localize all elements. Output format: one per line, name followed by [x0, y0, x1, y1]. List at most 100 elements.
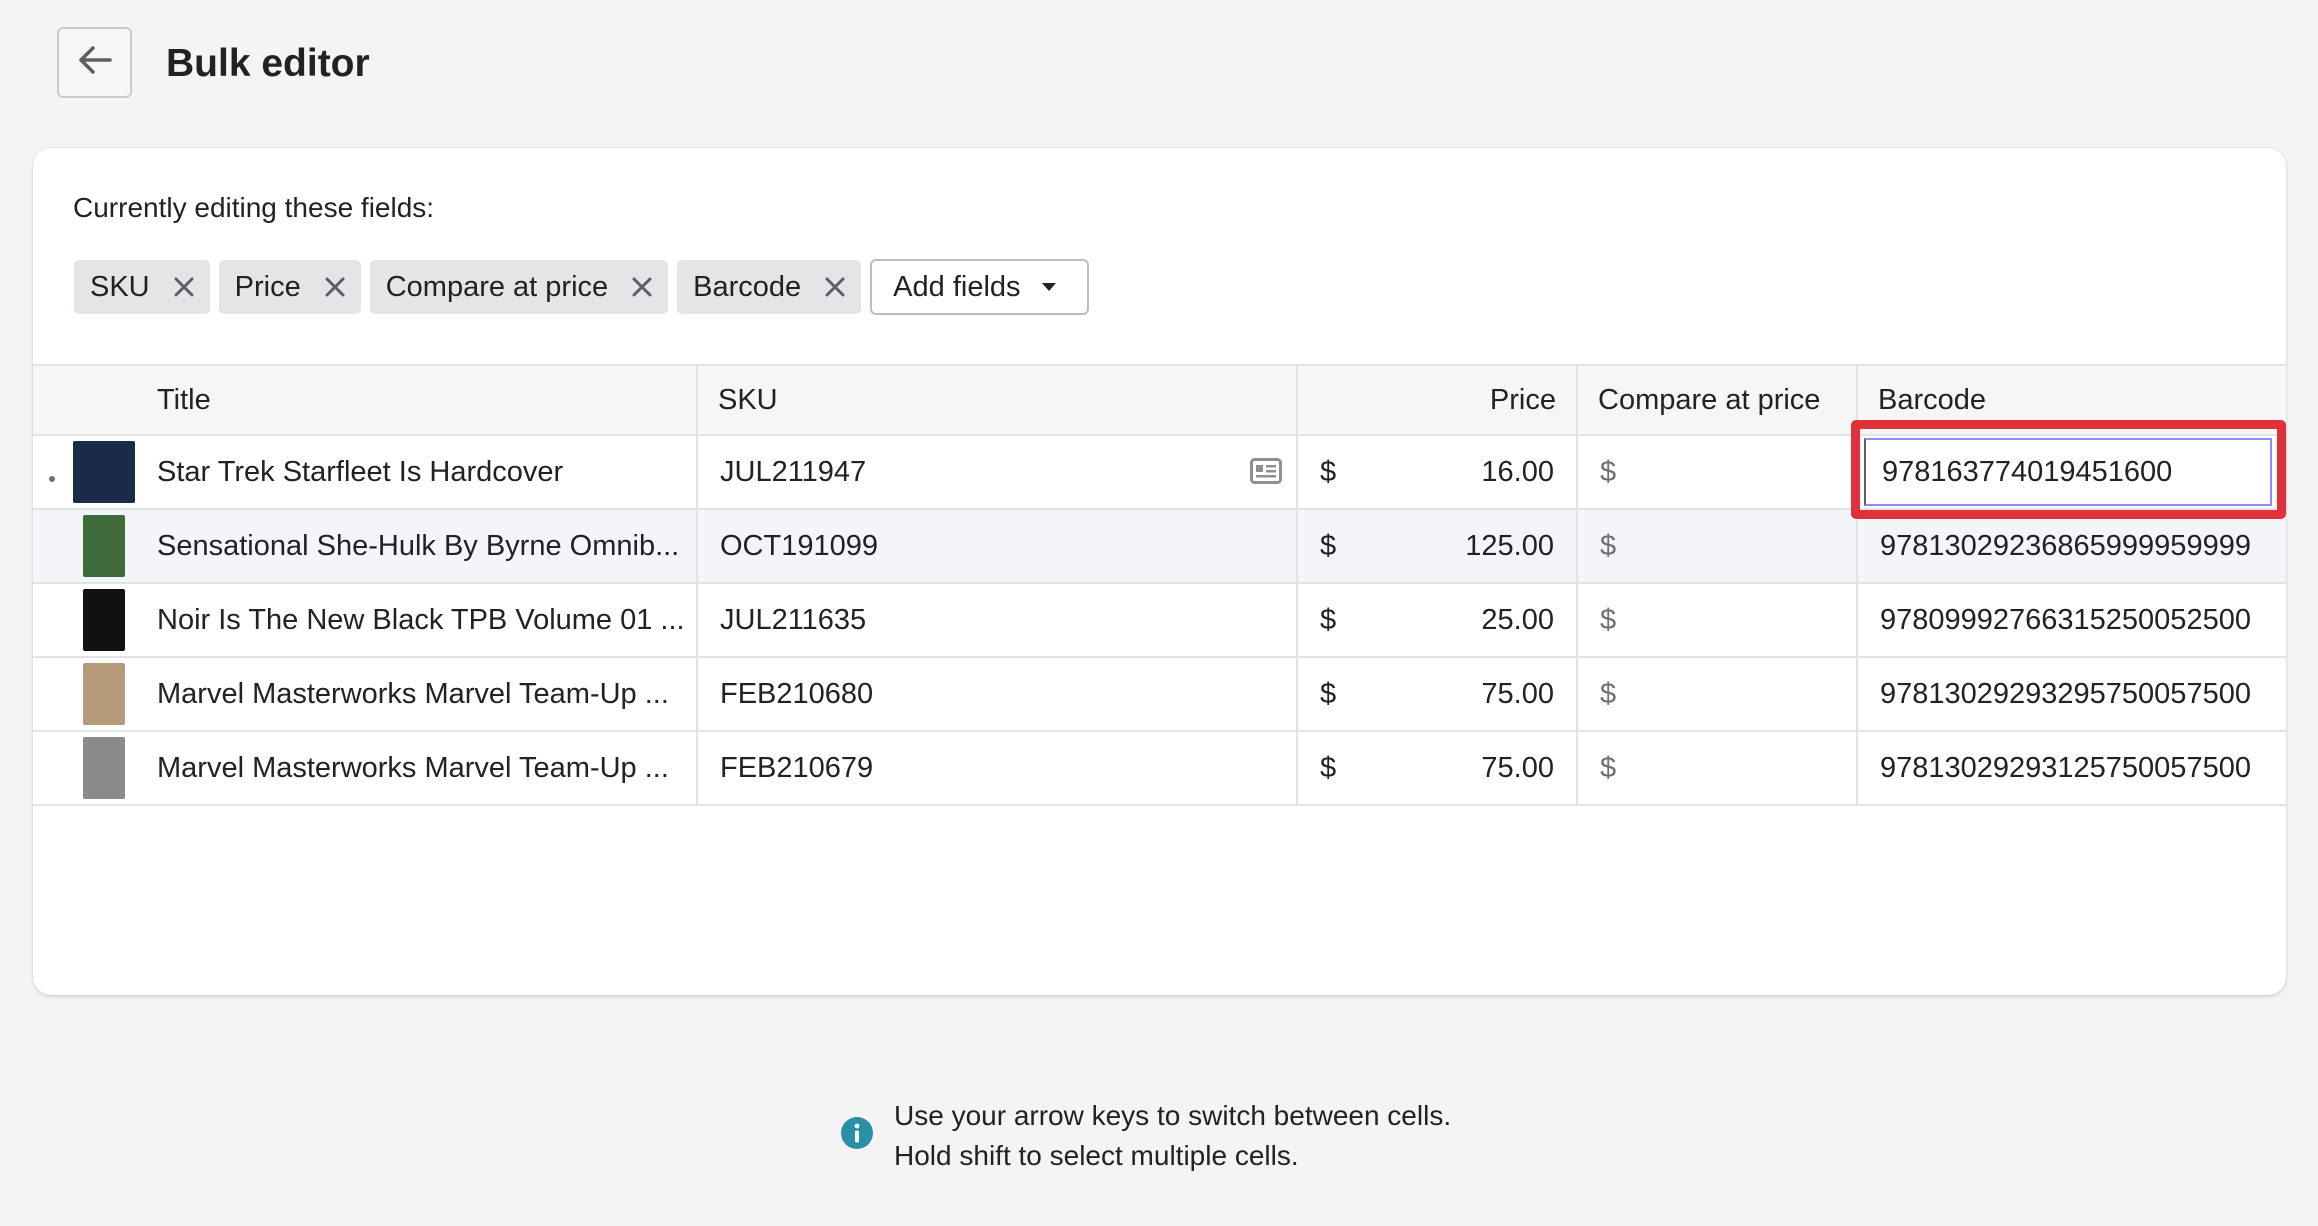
caret-down-icon	[1041, 282, 1057, 292]
thumbnail-image	[83, 663, 125, 725]
table-row: Noir Is The New Black TPB Volume 01 ... …	[33, 583, 2286, 658]
info-icon	[840, 1116, 874, 1155]
product-thumbnail	[73, 515, 135, 577]
tag-label: Compare at price	[385, 270, 609, 303]
bulk-edit-table: Title SKU Price Compare at price Barcode…	[33, 364, 2286, 806]
price-cell[interactable]: $75.00	[1297, 657, 1578, 732]
product-thumbnail	[73, 737, 135, 799]
price-value: 25.00	[1481, 603, 1554, 636]
selected-row-indicator	[49, 476, 55, 482]
column-header-sku: SKU	[697, 364, 1298, 436]
barcode-input[interactable]: 978163774019451600	[1864, 438, 2272, 506]
compare-at-price-cell[interactable]: $	[1577, 435, 1858, 510]
product-title: Sensational She-Hulk By Byrne Omnib...	[157, 529, 680, 562]
price-cell[interactable]: $125.00	[1297, 509, 1578, 584]
field-tag-compare-at-price: Compare at price	[369, 260, 669, 314]
table-row: Marvel Masterworks Marvel Team-Up ... FE…	[33, 731, 2286, 806]
tag-label: Price	[234, 270, 301, 303]
title-cell[interactable]: Star Trek Starfleet Is Hardcover	[33, 435, 698, 510]
remove-compare-at-price-icon[interactable]	[630, 275, 654, 299]
remove-sku-icon[interactable]	[172, 275, 196, 299]
remove-price-icon[interactable]	[323, 275, 347, 299]
product-title: Marvel Masterworks Marvel Team-Up ...	[157, 677, 669, 710]
barcode-cell[interactable]: 978099927663152500525­00	[1857, 583, 2286, 658]
thumbnail-image	[73, 441, 135, 503]
barcode-value: 97813029236865999959999	[1880, 529, 2251, 562]
product-title: Marvel Masterworks Marvel Team-Up ...	[157, 751, 669, 784]
table-row: Marvel Masterworks Marvel Team-Up ... FE…	[33, 657, 2286, 732]
currency-symbol: $	[1320, 603, 1337, 636]
barcode-value: 978163774019451600	[1882, 455, 2173, 488]
barcode-cell[interactable]: 978130292932957500575­00	[1857, 657, 2286, 732]
title-cell[interactable]: Sensational She-Hulk By Byrne Omnib...	[33, 509, 698, 584]
compare-at-price-cell[interactable]: $	[1577, 657, 1858, 732]
sku-value: FEB210679	[720, 751, 874, 784]
sku-cell[interactable]: OCT191099	[697, 509, 1298, 584]
product-thumbnail	[73, 663, 135, 725]
thumbnail-image	[83, 737, 125, 799]
title-cell[interactable]: Marvel Masterworks Marvel Team-Up ...	[33, 731, 698, 806]
price-cell[interactable]: $16.00	[1297, 435, 1578, 510]
table-row: Sensational She-Hulk By Byrne Omnib... O…	[33, 509, 2286, 584]
currency-symbol: $	[1600, 455, 1617, 488]
barcode-value: 978130292932957500575­00	[1880, 677, 2251, 710]
sku-cell[interactable]: JUL211635	[697, 583, 1298, 658]
price-value: 16.00	[1481, 455, 1554, 488]
sku-value: JUL211947	[720, 455, 867, 488]
currency-symbol: $	[1320, 677, 1337, 710]
barcode-cell[interactable]: 97813029236865999959999	[1857, 509, 2286, 584]
price-cell[interactable]: $25.00	[1297, 583, 1578, 658]
contact-card-icon[interactable]	[1250, 458, 1282, 492]
product-title: Noir Is The New Black TPB Volume 01 ...	[157, 603, 685, 636]
page-title: Bulk editor	[166, 42, 370, 85]
hint-line-1: Use your arrow keys to switch between ce…	[894, 1100, 1452, 1131]
table-row: Star Trek Starfleet Is Hardcover JUL2119…	[33, 435, 2286, 510]
field-tag-price: Price	[218, 260, 361, 314]
currency-symbol: $	[1320, 455, 1337, 488]
add-fields-button[interactable]: Add fields	[870, 259, 1089, 315]
sku-cell[interactable]: FEB210680	[697, 657, 1298, 732]
compare-at-price-cell[interactable]: $	[1577, 509, 1858, 584]
sku-cell[interactable]: JUL211947	[697, 435, 1298, 510]
title-cell[interactable]: Marvel Masterworks Marvel Team-Up ...	[33, 657, 698, 732]
field-tag-barcode: Barcode	[677, 260, 862, 314]
remove-barcode-icon[interactable]	[823, 275, 847, 299]
thumbnail-image	[83, 589, 125, 651]
field-tags: SKU Price Compare at price Barcode Add f…	[74, 259, 1089, 315]
price-value: 75.00	[1481, 751, 1554, 784]
column-header-barcode: Barcode	[1857, 364, 2286, 436]
arrow-left-icon	[78, 45, 112, 80]
price-value: 75.00	[1481, 677, 1554, 710]
compare-at-price-cell[interactable]: $	[1577, 583, 1858, 658]
product-thumbnail	[73, 441, 135, 503]
currency-symbol: $	[1600, 677, 1617, 710]
price-cell[interactable]: $75.00	[1297, 731, 1578, 806]
barcode-cell[interactable]: 978163774019451600	[1857, 435, 2286, 510]
tag-label: SKU	[90, 270, 150, 303]
compare-at-price-cell[interactable]: $	[1577, 731, 1858, 806]
sku-cell[interactable]: FEB210679	[697, 731, 1298, 806]
price-value: 125.00	[1465, 529, 1554, 562]
sku-value: JUL211635	[720, 603, 867, 636]
column-header-compare-at-price: Compare at price	[1577, 364, 1858, 436]
keyboard-hint: Use your arrow keys to switch between ce…	[840, 1096, 1451, 1176]
currency-symbol: $	[1320, 751, 1337, 784]
product-title: Star Trek Starfleet Is Hardcover	[157, 455, 564, 488]
bulk-editor-card: Currently editing these fields: SKU Pric…	[33, 148, 2286, 995]
barcode-cell[interactable]: 978130292931257500575­00	[1857, 731, 2286, 806]
field-tag-sku: SKU	[74, 260, 210, 314]
back-button[interactable]	[57, 27, 132, 98]
product-thumbnail	[73, 589, 135, 651]
sku-value: FEB210680	[720, 677, 874, 710]
currency-symbol: $	[1600, 751, 1617, 784]
tag-label: Barcode	[693, 270, 802, 303]
currency-symbol: $	[1600, 529, 1617, 562]
sku-value: OCT191099	[720, 529, 878, 562]
thumbnail-image	[83, 515, 125, 577]
add-fields-label: Add fields	[893, 270, 1021, 303]
title-cell[interactable]: Noir Is The New Black TPB Volume 01 ...	[33, 583, 698, 658]
column-header-title: Title	[33, 364, 698, 436]
hint-line-2: Hold shift to select multiple cells.	[894, 1140, 1299, 1171]
column-header-price: Price	[1297, 364, 1578, 436]
editing-fields-label: Currently editing these fields:	[73, 192, 435, 223]
